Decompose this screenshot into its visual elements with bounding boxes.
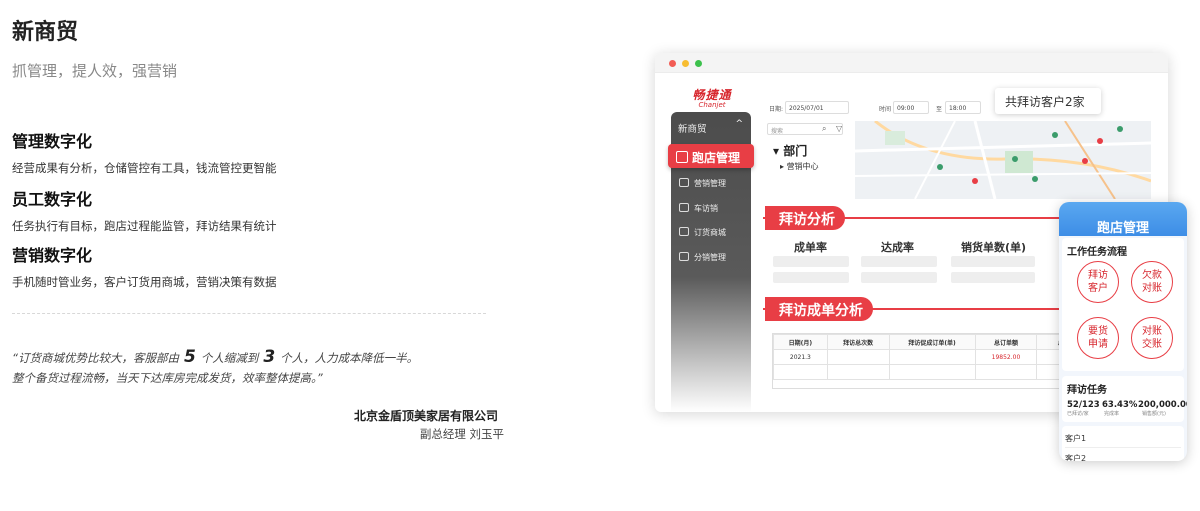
workflow-visit-customer-button[interactable]: 拜访 客户 bbox=[1077, 261, 1119, 303]
maximize-dot-icon bbox=[695, 60, 702, 67]
workflow-request-goods-button[interactable]: 要货 申请 bbox=[1077, 317, 1119, 359]
page-title: 新商贸 bbox=[12, 20, 79, 45]
stat-completion: 63.43% bbox=[1102, 400, 1138, 410]
feature-desc: 经营成果有分析，仓储管控有工具，钱流管控更智能 bbox=[12, 161, 277, 175]
sidebar-item-distribution[interactable]: 分销管理 bbox=[679, 252, 726, 263]
time-sep: 至 bbox=[936, 106, 943, 113]
cart-icon bbox=[679, 227, 689, 236]
quote-number: 3 bbox=[263, 347, 276, 367]
visit-task-card[interactable]: 拜访任务 52/123 已拜访/家 63.43% 完成率 200,000.00 … bbox=[1062, 376, 1187, 422]
sidebar-item-order-mall[interactable]: 订货商城 bbox=[679, 227, 726, 238]
visit-map[interactable] bbox=[855, 121, 1151, 199]
phone-title: 跑店管理 bbox=[1059, 202, 1187, 236]
table-cell: 2021.3 bbox=[773, 349, 828, 365]
store-icon bbox=[676, 151, 688, 163]
date-input[interactable]: 2025/07/01 bbox=[785, 101, 849, 114]
chanjet-logo: 畅捷通 Chanjet bbox=[692, 88, 732, 109]
customer-list-item[interactable]: 客户2 bbox=[1065, 453, 1086, 461]
feature-desc: 任务执行有目标，跑店过程能监管，拜访结果有统计 bbox=[12, 219, 277, 233]
metric-sales-orders: 销货单数(单) bbox=[961, 241, 1027, 254]
feature-marketing: 营销数字化 手机随时管业务，客户订货用商城，营销决策有数据 bbox=[12, 242, 277, 290]
workflow-reconcile-button[interactable]: 对账 交账 bbox=[1131, 317, 1173, 359]
workflow-card: 工作任务流程 拜访 客户 欠款 对账 要货 申请 对账 交账 bbox=[1062, 238, 1184, 371]
visit-analysis-tab[interactable]: 拜访分析 bbox=[765, 206, 845, 230]
car-icon bbox=[679, 203, 689, 212]
metric-achievement-rate: 达成率 bbox=[881, 241, 914, 254]
search-icon[interactable]: ⌕ bbox=[822, 124, 826, 134]
stat-label: 完成率 bbox=[1104, 411, 1120, 417]
quote-text: 个人，人力成本降低一半。 bbox=[280, 351, 419, 365]
dept-tree-root[interactable]: ▾ 部门 bbox=[773, 142, 807, 159]
window-titlebar bbox=[655, 53, 1168, 73]
stat-label: 已拜访/家 bbox=[1067, 411, 1089, 417]
feature-employee: 员工数字化 任务执行有目标，跑店过程能监管，拜访结果有统计 bbox=[12, 186, 277, 234]
feature-management: 管理数字化 经营成果有分析，仓储管控有工具，钱流管控更智能 bbox=[12, 128, 277, 176]
filter-icon[interactable]: ▽ bbox=[836, 124, 842, 133]
column-header[interactable]: 总订单额 bbox=[974, 334, 1038, 350]
metric-placeholder bbox=[951, 256, 1035, 267]
minimize-dot-icon bbox=[682, 60, 689, 67]
sidebar-item-vehicle-sales[interactable]: 车访销 bbox=[679, 203, 718, 214]
stat-visited: 52/123 bbox=[1067, 400, 1100, 410]
metric-placeholder bbox=[861, 256, 937, 267]
quote-text: “订货商城优势比较大，客服部由 bbox=[12, 351, 179, 365]
date-label: 日期: bbox=[769, 106, 784, 113]
chevron-up-icon[interactable]: ^ bbox=[735, 119, 743, 129]
column-header[interactable]: 拜访促成订单(单) bbox=[888, 334, 976, 350]
sidebar-item-store-visit[interactable]: 跑店管理 bbox=[668, 144, 754, 168]
column-header[interactable]: 拜访总次数 bbox=[826, 334, 890, 350]
phone-mockup: 跑店管理 工作任务流程 拜访 客户 欠款 对账 要货 申请 对账 交账 拜访任务 52/… bbox=[1059, 202, 1187, 461]
feature-title: 营销数字化 bbox=[12, 246, 93, 265]
app-sidebar: 新商贸 ^ 跑店管理 营销管理 车访销 订货商城 分销管理 bbox=[668, 112, 754, 412]
metric-placeholder bbox=[773, 272, 849, 283]
page-subtitle: 抓管理，提人效，强营销 bbox=[12, 62, 178, 80]
testimonial-quote: “订货商城优势比较大，客服部由 5 个人缩减到 3 个人，人力成本降低一半。 整个备货过… bbox=[12, 347, 512, 388]
table-cell bbox=[888, 349, 976, 365]
stat-sales: 200,000.00 bbox=[1138, 400, 1187, 410]
visit-task-title: 拜访任务 bbox=[1067, 385, 1107, 396]
chart-icon bbox=[679, 178, 689, 187]
map-graphic bbox=[855, 121, 1151, 199]
feature-title: 管理数字化 bbox=[12, 132, 93, 151]
customer-list: 客户1 客户2 bbox=[1062, 426, 1184, 461]
table-cell bbox=[826, 349, 890, 365]
time-to-input[interactable]: 18:00 bbox=[945, 101, 981, 114]
metric-placeholder bbox=[773, 256, 849, 267]
workflow-arrears-button[interactable]: 欠款 对账 bbox=[1131, 261, 1173, 303]
quote-text: 个人缩减到 bbox=[200, 351, 259, 365]
sidebar-header[interactable]: 新商贸 ^ bbox=[671, 112, 751, 140]
testimonial-person: 副总经理 刘玉平 bbox=[419, 427, 504, 441]
quote-text: 整个备货过程流畅，当天下达库房完成发货，效率整体提高。” bbox=[12, 371, 323, 385]
visits-count-tag: 共拜访客户2家 bbox=[995, 88, 1101, 114]
sidebar-item-marketing[interactable]: 营销管理 bbox=[679, 178, 726, 189]
metric-placeholder bbox=[951, 272, 1035, 283]
divider bbox=[12, 313, 486, 314]
feature-title: 员工数字化 bbox=[12, 190, 93, 209]
search-input[interactable]: 搜索 bbox=[767, 123, 843, 135]
row-divider bbox=[1065, 447, 1181, 448]
metric-order-rate: 成单率 bbox=[794, 241, 827, 254]
table-cell: 19852.00 bbox=[974, 349, 1038, 365]
feature-desc: 手机随时管业务，客户订货用商城，营销决策有数据 bbox=[12, 275, 277, 289]
time-from-input[interactable]: 09:00 bbox=[893, 101, 929, 114]
tree-icon bbox=[679, 252, 689, 261]
stat-label: 销售额(元) bbox=[1142, 411, 1166, 417]
close-dot-icon bbox=[669, 60, 676, 67]
column-header[interactable]: 日期(月) bbox=[773, 334, 828, 350]
order-analysis-tab[interactable]: 拜访成单分析 bbox=[765, 297, 873, 321]
metric-placeholder bbox=[861, 272, 937, 283]
customer-list-item[interactable]: 客户1 bbox=[1065, 433, 1086, 444]
quote-number: 5 bbox=[183, 347, 196, 367]
dept-tree-item[interactable]: ▸ 营销中心 bbox=[780, 161, 819, 172]
time-label: 时间 bbox=[879, 106, 892, 113]
workflow-title: 工作任务流程 bbox=[1067, 247, 1127, 258]
testimonial-company: 北京金盾顶美家居有限公司 bbox=[353, 409, 498, 423]
